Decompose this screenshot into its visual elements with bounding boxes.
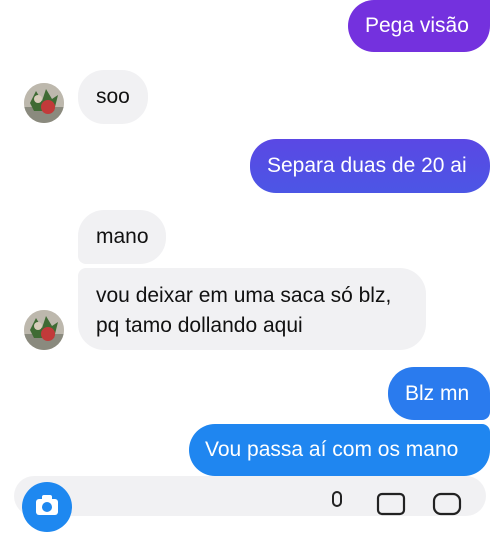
message-text-line: pq tamo dollando aqui — [96, 314, 303, 337]
contact-avatar[interactable] — [24, 310, 64, 350]
message-bubble-outgoing[interactable]: Blz mn — [388, 367, 490, 420]
message-text: soo — [96, 85, 130, 108]
message-bubble-outgoing[interactable]: Pega visão — [348, 0, 490, 52]
camera-icon[interactable] — [22, 482, 72, 532]
contact-avatar[interactable] — [24, 83, 64, 123]
message-text: mano — [96, 225, 149, 248]
message-bubble-incoming[interactable]: soo — [78, 70, 148, 124]
message-bubble-incoming[interactable]: vou deixar em uma saca só blz, pq tamo d… — [78, 268, 426, 350]
message-bubble-outgoing[interactable]: Separa duas de 20 ai — [250, 139, 490, 193]
message-composer — [0, 468, 500, 532]
composer-input-bar[interactable] — [14, 476, 486, 516]
message-text: Separa duas de 20 ai — [267, 154, 467, 177]
sticker-icon[interactable] — [432, 492, 462, 516]
message-bubble-incoming[interactable]: mano — [78, 210, 166, 264]
microphone-icon[interactable] — [325, 490, 349, 514]
message-text-line: vou deixar em uma saca só blz, — [96, 284, 392, 307]
message-text: Pega visão — [365, 14, 469, 37]
message-text: Blz mn — [405, 382, 470, 405]
message-text: Vou passa aí com os mano — [205, 438, 459, 461]
image-icon[interactable] — [376, 492, 406, 516]
